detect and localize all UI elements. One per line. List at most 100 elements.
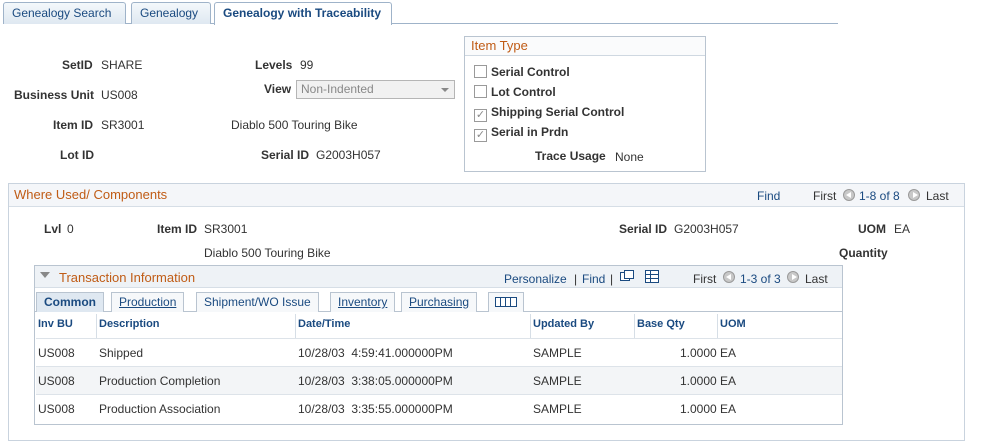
lvl-value: 0: [67, 222, 74, 236]
tab-common[interactable]: Common: [36, 292, 104, 312]
lvl-label: Lvl: [44, 222, 62, 236]
shipping-serial-control-checkbox[interactable]: ✓ Shipping Serial Control: [474, 105, 624, 122]
column-header-base-qty: Base Qty: [637, 318, 685, 330]
item-type-title: Item Type: [465, 37, 705, 56]
table-row: US008 Production Completion 10/28/03 3:3…: [36, 366, 842, 394]
table-row: US008 Shipped 10/28/03 4:59:41.000000PM …: [36, 338, 842, 366]
wu-item-description: Diablo 500 Touring Bike: [204, 246, 331, 260]
item-type-group: Item Type Serial Control Lot Control ✓ Sh…: [464, 36, 706, 172]
cell-description: Shipped: [99, 346, 144, 360]
item-description: Diablo 500 Touring Bike: [231, 118, 358, 132]
transaction-prev-icon[interactable]: [723, 270, 735, 284]
view-label: View: [264, 82, 292, 96]
cell-base-qty: 1.0000: [680, 346, 717, 360]
tab-label: Genealogy: [140, 6, 199, 20]
serial-id-value: G2003H057: [316, 148, 381, 162]
tab-label: Production: [119, 295, 177, 309]
column-header-description: Description: [99, 318, 160, 330]
tab-genealogy-with-traceability[interactable]: Genealogy with Traceability: [214, 2, 392, 25]
cell-updated-by: SAMPLE: [533, 374, 582, 388]
transaction-range: 1-3 of 3: [740, 272, 781, 286]
serial-id-label: Serial ID: [261, 148, 310, 162]
collapse-icon[interactable]: [40, 272, 50, 278]
tab-production[interactable]: Production: [111, 292, 185, 312]
view-select-value: Non-Indented: [301, 82, 374, 96]
where-used-find-link[interactable]: Find: [757, 189, 780, 203]
cell-updated-by: SAMPLE: [533, 346, 582, 360]
cell-date-time: 10/28/03 3:35:55.000000PM: [298, 402, 453, 416]
cell-uom: EA: [720, 346, 737, 360]
wu-quantity-label: Quantity: [839, 246, 888, 260]
wu-serial-id-value: G2003H057: [674, 222, 739, 236]
where-used-range: 1-8 of 8: [859, 189, 900, 203]
download-grid-icon[interactable]: [645, 270, 659, 283]
checkbox-checked-icon: ✓: [474, 129, 487, 142]
cell-inv-bu: US008: [38, 402, 75, 416]
show-all-columns-icon: [495, 297, 517, 307]
serial-control-checkbox[interactable]: Serial Control: [474, 65, 570, 81]
trace-usage-label: Trace Usage: [535, 149, 606, 163]
transaction-next-icon[interactable]: [787, 270, 799, 284]
tab-label: Purchasing: [409, 295, 470, 309]
checkbox-label: Serial in Prdn: [491, 125, 569, 139]
tab-label: Common: [44, 295, 96, 309]
transaction-find-link[interactable]: Find: [582, 272, 605, 286]
view-select[interactable]: Non-Indented: [296, 80, 455, 99]
tab-genealogy-search[interactable]: Genealogy Search: [3, 2, 126, 24]
wu-serial-id-label: Serial ID: [619, 222, 668, 236]
levels-label: Levels: [255, 58, 293, 72]
column-header-inv-bu: Inv BU: [38, 318, 73, 330]
column-header-updated-by: Updated By: [533, 318, 595, 330]
show-all-columns-tab[interactable]: [488, 292, 524, 312]
column-divider: [634, 314, 635, 338]
page-tabs: Genealogy Search Genealogy Genealogy wit…: [3, 2, 838, 25]
checkbox-unchecked-icon: [474, 85, 487, 98]
tab-inventory[interactable]: Inventory: [330, 292, 396, 312]
checkbox-checked-icon: ✓: [474, 109, 487, 122]
where-used-title: Where Used/ Components: [14, 187, 168, 202]
wu-item-id-value: SR3001: [204, 222, 248, 236]
checkbox-unchecked-icon: [474, 65, 487, 78]
cell-base-qty: 1.0000: [680, 402, 717, 416]
tab-label: Shipment/WO Issue: [204, 295, 311, 309]
lot-control-checkbox[interactable]: Lot Control: [474, 85, 556, 101]
tab-label: Inventory: [338, 295, 388, 309]
column-header-date-time: Date/Time: [298, 318, 351, 330]
tab-label: Genealogy with Traceability: [223, 6, 382, 20]
business-unit-label: Business Unit: [14, 88, 95, 102]
tab-purchasing[interactable]: Purchasing: [401, 292, 478, 312]
wu-uom-label: UOM: [858, 222, 886, 236]
personalize-link[interactable]: Personalize: [504, 272, 567, 286]
levels-value: 99: [300, 58, 314, 72]
tab-shipment-wo-issue[interactable]: Shipment/WO Issue: [196, 292, 319, 312]
wu-uom-value: EA: [894, 222, 911, 236]
cell-uom: EA: [720, 402, 737, 416]
tab-genealogy[interactable]: Genealogy: [131, 2, 211, 24]
where-used-next-icon[interactable]: [908, 188, 920, 202]
setid-label: SetID: [62, 58, 93, 72]
view-all-icon[interactable]: [620, 270, 634, 282]
where-used-header: Where Used/ Components Find First 1-8 of…: [9, 184, 964, 207]
item-id-value: SR3001: [101, 118, 145, 132]
business-unit-value: US008: [101, 88, 138, 102]
table-row: US008 Production Association 10/28/03 3:…: [36, 394, 842, 422]
item-id-label: Item ID: [53, 118, 94, 132]
cell-description: Production Association: [99, 402, 221, 416]
chevron-down-icon: [441, 88, 449, 92]
where-used-first-label: First: [813, 189, 837, 203]
cell-inv-bu: US008: [38, 346, 75, 360]
column-divider: [717, 314, 718, 338]
cell-updated-by: SAMPLE: [533, 402, 582, 416]
header-separator: |: [610, 272, 614, 286]
column-divider: [295, 314, 296, 338]
cell-base-qty: 1.0000: [680, 374, 717, 388]
where-used-prev-icon[interactable]: [843, 188, 855, 202]
cell-date-time: 10/28/03 4:59:41.000000PM: [298, 346, 453, 360]
checkbox-label: Serial Control: [491, 65, 570, 79]
column-divider: [96, 314, 97, 338]
serial-in-prdn-checkbox[interactable]: ✓ Serial in Prdn: [474, 125, 569, 142]
setid-value: SHARE: [101, 58, 143, 72]
transaction-tabs: Common Production Shipment/WO Issue Inve…: [35, 290, 842, 312]
checkbox-label: Lot Control: [491, 85, 556, 99]
lot-id-label: Lot ID: [60, 148, 94, 162]
